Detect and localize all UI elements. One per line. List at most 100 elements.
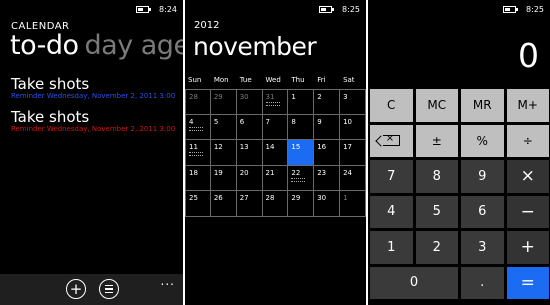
- calculator-display: 0: [518, 36, 539, 75]
- todo-item[interactable]: Take shots Reminder Wednesday, November 2…: [11, 108, 175, 133]
- event-marker: [291, 177, 306, 182]
- day-cell[interactable]: 20: [236, 165, 263, 191]
- day-cell[interactable]: 22: [288, 165, 315, 191]
- digit-5-button[interactable]: 5: [415, 195, 458, 228]
- memory-add-button[interactable]: M+: [506, 89, 549, 122]
- digit-8-button[interactable]: 8: [415, 160, 458, 193]
- day-cell[interactable]: 13: [236, 140, 263, 166]
- day-cell[interactable]: 10: [340, 114, 366, 140]
- pivot-todo[interactable]: to-do: [10, 30, 79, 61]
- calendar-todo-screen: 8:24 CALENDAR to-doday agen Take shotsRe…: [0, 0, 183, 305]
- day-cell[interactable]: 26: [210, 191, 237, 217]
- memory-recall-button[interactable]: MR: [461, 89, 504, 122]
- pivot-day-agenda[interactable]: day agen: [85, 30, 183, 61]
- sign-button[interactable]: ±: [415, 124, 458, 157]
- calendar-month-screen: 8:25 2012 november Sun Mon Tue Wed Thu Fri Sat…: [185, 0, 366, 305]
- weekday-label: Sun: [188, 76, 202, 84]
- battery-icon: [136, 5, 152, 13]
- more-options-icon[interactable]: ...: [161, 274, 175, 288]
- weekday-label: Sat: [343, 76, 355, 84]
- day-cell[interactable]: 28: [185, 89, 211, 115]
- year-label: 2012: [194, 20, 220, 31]
- digit-0-button[interactable]: 0: [370, 266, 458, 299]
- day-cell[interactable]: 16: [314, 140, 341, 166]
- day-cell[interactable]: 9: [314, 114, 341, 140]
- backspace-icon: ×: [382, 133, 400, 147]
- digit-7-button[interactable]: 7: [370, 160, 413, 193]
- day-cell[interactable]: 31: [262, 89, 289, 115]
- digit-9-button[interactable]: 9: [461, 160, 504, 193]
- day-cell[interactable]: 18: [185, 165, 211, 191]
- weekday-label: Thu: [291, 76, 305, 84]
- day-cell[interactable]: 15: [288, 140, 315, 166]
- day-cell[interactable]: 2: [314, 89, 341, 115]
- day-cell[interactable]: 30: [314, 191, 341, 217]
- todo-title: Take shots: [11, 108, 90, 126]
- todo-title: Take shots: [11, 75, 90, 93]
- todo-reminder: Reminder Wednesday, November 2, 2011 3:0…: [11, 125, 176, 133]
- day-cell[interactable]: 3: [340, 89, 366, 115]
- day-cell[interactable]: 23: [314, 165, 341, 191]
- app-bar: + ...: [0, 274, 183, 305]
- day-cell[interactable]: 17: [340, 140, 366, 166]
- day-cell[interactable]: 27: [236, 191, 263, 217]
- weekday-label: Tue: [239, 76, 252, 84]
- day-cell[interactable]: 5: [210, 114, 237, 140]
- day-cell[interactable]: 29: [288, 191, 315, 217]
- day-cell[interactable]: 6: [236, 114, 263, 140]
- month-title[interactable]: november: [193, 32, 317, 61]
- status-bar: 8:25: [503, 3, 544, 15]
- add-icon[interactable]: +: [66, 279, 86, 299]
- digit-4-button[interactable]: 4: [370, 195, 413, 228]
- month-grid: 28 29 30 31 1 2 3 4 5 6 7 8 9 10 11 12 13 14 15 16 17 18 19 20 2…: [185, 89, 366, 217]
- day-cell[interactable]: 28: [262, 191, 289, 217]
- digit-2-button[interactable]: 2: [415, 231, 458, 264]
- decimal-button[interactable]: .: [461, 266, 504, 299]
- day-cell[interactable]: 21: [262, 165, 289, 191]
- equals-button[interactable]: =: [506, 266, 549, 299]
- day-cell[interactable]: 7: [262, 114, 289, 140]
- memory-clear-button[interactable]: MC: [415, 89, 458, 122]
- day-cell[interactable]: 1: [340, 191, 366, 217]
- backspace-button[interactable]: ×: [370, 124, 413, 157]
- battery-icon: [503, 5, 519, 13]
- day-cell[interactable]: 24: [340, 165, 366, 191]
- clear-button[interactable]: C: [370, 89, 413, 122]
- day-cell[interactable]: 19: [210, 165, 237, 191]
- weekday-label: Fri: [317, 76, 326, 84]
- digit-6-button[interactable]: 6: [461, 195, 504, 228]
- digit-3-button[interactable]: 3: [461, 231, 504, 264]
- day-cell[interactable]: 30: [236, 89, 263, 115]
- battery-icon: [319, 5, 335, 13]
- divide-button[interactable]: ÷: [506, 124, 549, 157]
- calculator-screen: 8:25 0 C MC MR M+ × ±% ÷ 7 8 9 × 4 5 6−1 2 3 +0. =: [368, 0, 550, 305]
- day-cell[interactable]: 29: [210, 89, 237, 115]
- digit-1-button[interactable]: 1: [370, 231, 413, 264]
- day-cell[interactable]: 1: [288, 89, 315, 115]
- list-icon[interactable]: [99, 279, 119, 299]
- clock: 8:24: [159, 4, 177, 14]
- add-button[interactable]: +: [506, 231, 549, 264]
- weekday-header: Sun Mon Tue Wed Thu Fri Sat: [185, 76, 366, 84]
- weekday-label: Wed: [265, 76, 281, 84]
- pivot-header: to-doday agen: [10, 30, 183, 61]
- status-bar: 8:25: [319, 3, 360, 15]
- clock: 8:25: [526, 4, 544, 14]
- weekday-label: Mon: [213, 76, 229, 84]
- todo-reminder: Reminder Wednesday, November 2, 2011 3:0…: [11, 92, 176, 100]
- day-cell[interactable]: 8: [288, 114, 315, 140]
- day-cell[interactable]: 14: [262, 140, 289, 166]
- day-cell[interactable]: 11: [185, 140, 211, 166]
- day-cell[interactable]: 4: [185, 114, 211, 140]
- percent-button[interactable]: %: [461, 124, 504, 157]
- todo-item[interactable]: Take shots Reminder Wednesday, November 2…: [11, 75, 175, 100]
- event-marker: [265, 102, 280, 106]
- day-cell[interactable]: 25: [185, 191, 211, 217]
- event-marker: [189, 152, 203, 156]
- multiply-button[interactable]: ×: [506, 160, 549, 193]
- subtract-button[interactable]: −: [506, 195, 549, 228]
- day-cell[interactable]: 12: [210, 140, 237, 166]
- clock: 8:25: [342, 4, 360, 14]
- event-marker: [189, 126, 203, 131]
- status-bar: 8:24: [136, 3, 177, 15]
